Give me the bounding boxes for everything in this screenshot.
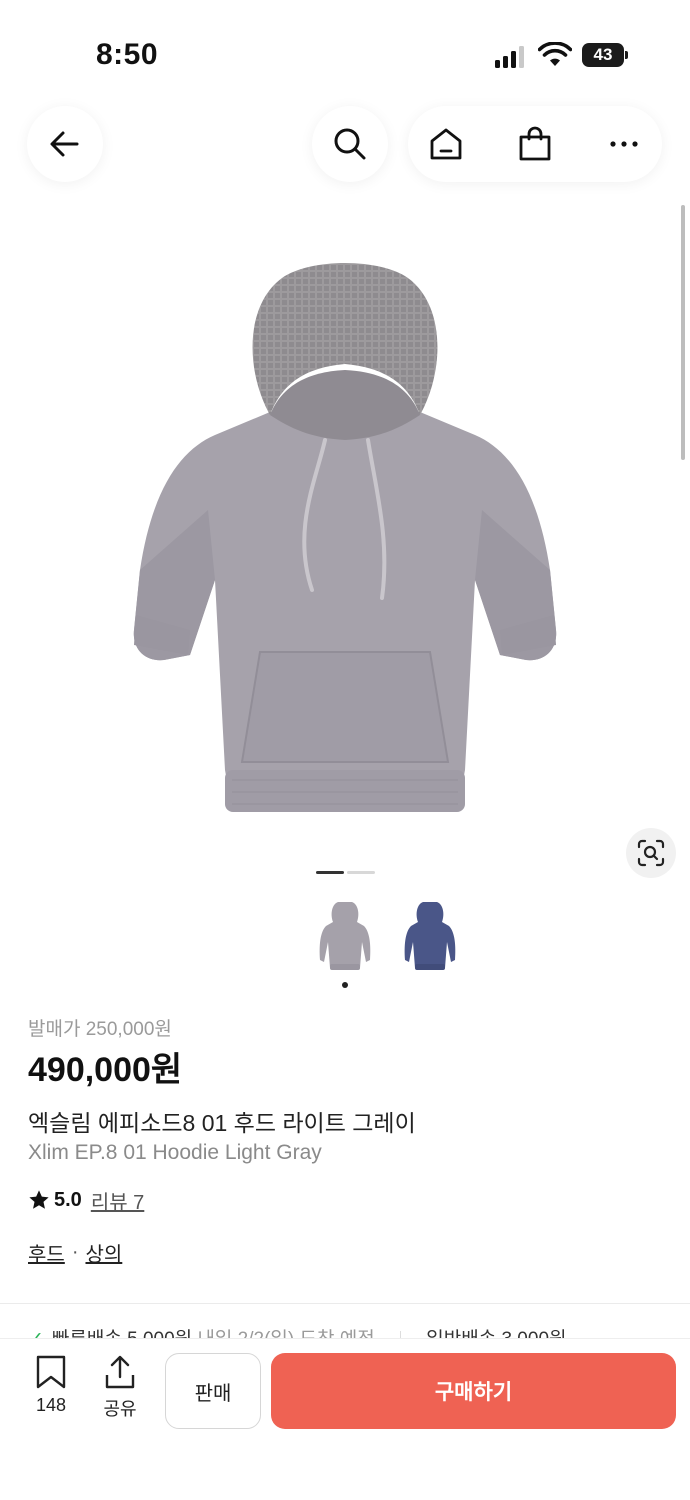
selected-thumbnail-indicator	[342, 982, 348, 988]
category-separator: ·	[71, 1241, 79, 1263]
image-search-button[interactable]	[626, 828, 676, 878]
original-price: 발매가 250,000원	[28, 1019, 172, 1040]
rating-row: 5.0 리뷰 7	[28, 1186, 144, 1214]
search-icon	[334, 128, 366, 160]
category-link-tops[interactable]: 상의	[85, 1238, 122, 1267]
bookmark-icon	[36, 1355, 66, 1389]
share-button[interactable]: 공유	[95, 1355, 145, 1421]
search-button[interactable]	[312, 106, 388, 182]
share-label: 공유	[103, 1399, 137, 1419]
bookmark-count: 148	[35, 1395, 67, 1415]
back-button[interactable]	[27, 106, 103, 182]
lens-search-icon	[637, 839, 665, 867]
home-button[interactable]	[426, 124, 466, 164]
section-divider	[0, 1303, 690, 1304]
bag-button[interactable]	[515, 124, 555, 164]
image-pager-active	[316, 871, 344, 874]
star-icon	[29, 1190, 49, 1209]
more-horizontal-icon	[610, 141, 638, 147]
status-bar: 8:50 43	[0, 0, 690, 100]
bottom-action-bar: 148 공유 판매 구매하기	[0, 1338, 690, 1500]
home-icon	[430, 128, 462, 160]
buy-button[interactable]: 구매하기	[271, 1353, 676, 1429]
arrow-left-icon	[50, 131, 79, 157]
wifi-icon	[538, 42, 572, 66]
reviews-link[interactable]: 리뷰 7	[91, 1186, 144, 1215]
status-time: 8:50	[96, 38, 159, 71]
thumbnail-navy[interactable]	[399, 898, 461, 976]
current-price: 490,000원	[28, 1051, 183, 1089]
thumbnail-light-gray[interactable]	[314, 898, 376, 976]
scroll-indicator	[681, 205, 685, 460]
battery-level: 43	[582, 43, 624, 67]
category-breadcrumb: 후드 · 상의	[28, 1238, 122, 1267]
more-button[interactable]	[604, 124, 644, 164]
sell-button[interactable]: 판매	[165, 1353, 261, 1429]
product-name-en: Xlim EP.8 01 Hoodie Light Gray	[28, 1141, 322, 1164]
image-pager-inactive	[347, 871, 375, 874]
shopping-bag-icon	[519, 126, 551, 161]
rating-value: 5.0	[54, 1188, 82, 1211]
nav-actions-group	[408, 106, 662, 182]
category-link-hood[interactable]: 후드	[28, 1238, 65, 1267]
battery-icon: 43	[582, 43, 628, 67]
cellular-signal-icon	[495, 46, 524, 68]
product-image[interactable]	[120, 250, 570, 840]
share-icon	[105, 1355, 135, 1389]
bookmark-button[interactable]: 148	[26, 1355, 76, 1416]
product-name-ko: 엑슬림 에피소드8 01 후드 라이트 그레이	[28, 1110, 416, 1136]
